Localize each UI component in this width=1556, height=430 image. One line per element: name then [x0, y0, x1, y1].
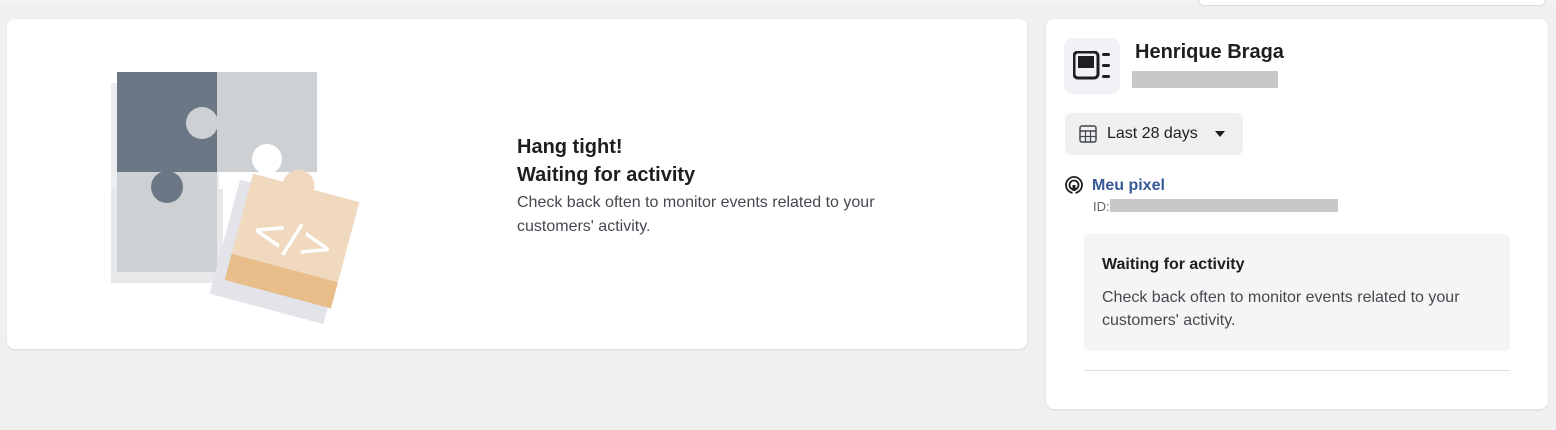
date-range-label: Last 28 days [1107, 125, 1198, 142]
broadcast-pixel-icon [1065, 176, 1083, 196]
puzzle-illustration: </> [107, 69, 407, 349]
search-input[interactable] [1198, 0, 1546, 6]
pixel-side-panel: Henrique Braga Last 28 days Meu pixel ID… [1046, 19, 1548, 409]
pixel-status-box: Waiting for activity Check back often to… [1084, 234, 1510, 351]
empty-state-message: Hang tight! Waiting for activity Check b… [517, 133, 937, 239]
empty-state-card: </> Hang tight! Waiting for activity Che… [7, 19, 1027, 349]
caret-down-icon [1214, 131, 1225, 137]
status-title: Waiting for activity [1102, 256, 1245, 273]
date-range-dropdown[interactable]: Last 28 days [1065, 113, 1243, 155]
pixel-item: Meu pixel [1064, 176, 1165, 196]
empty-state-description: Check back often to monitor events relat… [517, 194, 875, 235]
empty-state-title-2: Waiting for activity [517, 164, 696, 186]
puzzle-icon: </> [111, 72, 360, 325]
pixel-id-redacted [1110, 199, 1338, 212]
status-description: Check back often to monitor events relat… [1102, 289, 1460, 329]
empty-state-title-1: Hang tight! [517, 136, 623, 158]
account-subtitle-redacted [1132, 71, 1278, 88]
account-name: Henrique Braga [1135, 41, 1284, 63]
ad-account-icon [1064, 38, 1120, 94]
pixel-id-label: ID: [1093, 199, 1110, 214]
pixel-name-link[interactable]: Meu pixel [1092, 177, 1165, 195]
divider [1084, 370, 1510, 371]
calendar-icon [1079, 125, 1097, 143]
